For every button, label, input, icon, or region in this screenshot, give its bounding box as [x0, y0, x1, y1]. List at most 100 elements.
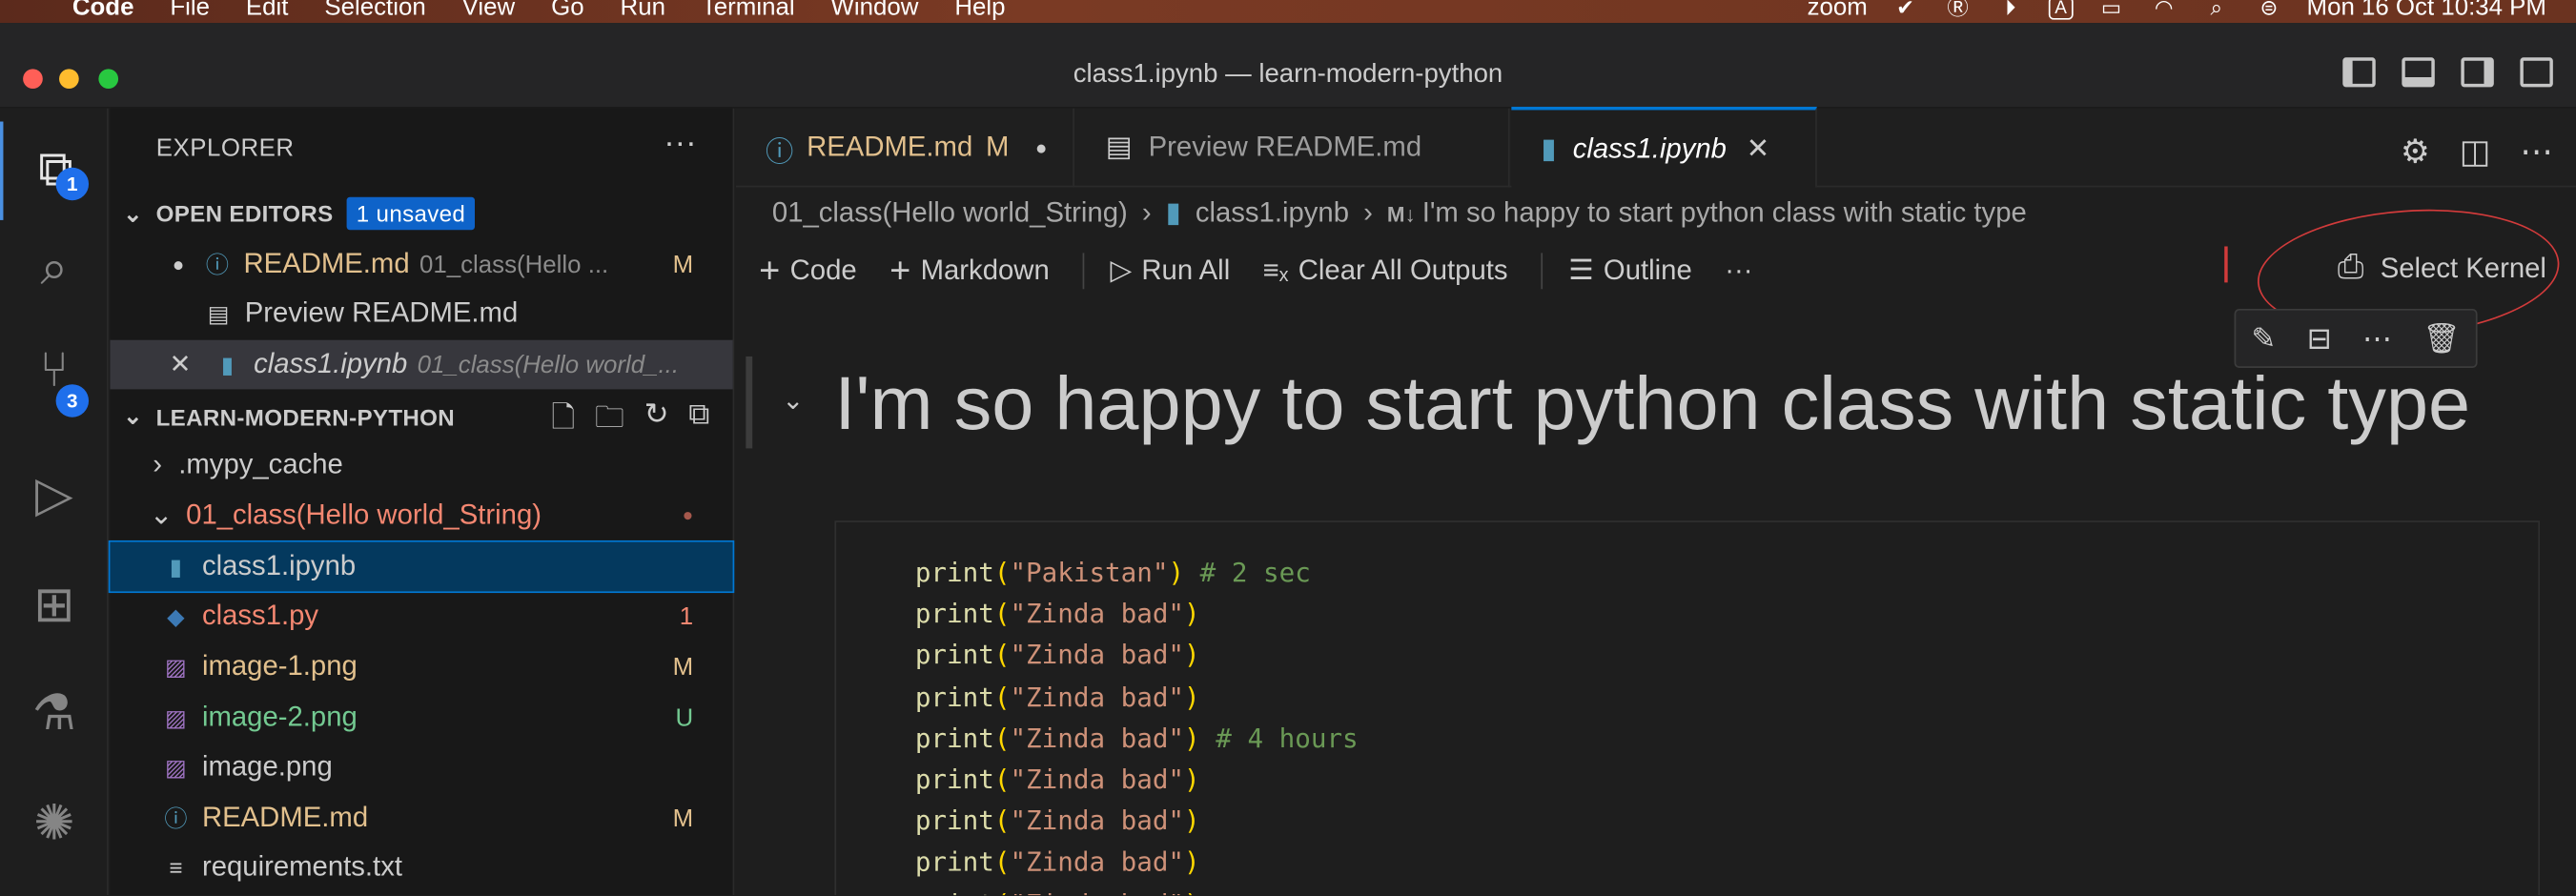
tree-item-01-class-folder[interactable]: ⌄ 01_class(Hello world_String) ● [110, 491, 732, 540]
menu-app-name[interactable]: Code [72, 0, 134, 21]
tree-item-requirements[interactable]: ≡ requirements.txt [110, 843, 732, 892]
play-status-icon[interactable]: ⏵ [1995, 0, 2025, 19]
toggle-panel-icon[interactable] [2402, 57, 2435, 88]
editor-tabs: ⓘ README.md M ● ▤ Preview README.md ▮ cl… [735, 107, 2576, 188]
editor-actions: ⚙ ◫ ⋯ [2401, 132, 2553, 173]
close-editor-icon[interactable]: ✕ [169, 348, 191, 380]
search-icon[interactable]: ⌕ [0, 220, 109, 318]
breadcrumb-folder[interactable]: 01_class(Hello world_String) [772, 197, 1128, 229]
menu-help[interactable]: Help [954, 0, 1005, 21]
menu-window[interactable]: Window [830, 0, 918, 21]
info-icon: ⓘ [205, 251, 229, 278]
chevron-right-icon: › [1363, 196, 1373, 229]
r-status-icon[interactable]: Ⓡ [1943, 0, 1973, 19]
check-status-icon[interactable]: ✔ [1891, 0, 1920, 19]
input-source-icon[interactable]: A [2048, 0, 2074, 19]
tree-item-image[interactable]: ▨ image.png [110, 743, 732, 792]
red-annotation-mark [2224, 246, 2227, 283]
outline-button[interactable]: ☰ Outline [1568, 255, 1691, 287]
menu-selection[interactable]: Selection [324, 0, 425, 21]
toggle-primary-sidebar-icon[interactable] [2342, 57, 2376, 88]
run-debug-icon[interactable]: ▷ [0, 445, 109, 543]
image-file-icon: ▨ [164, 753, 187, 780]
menu-file[interactable]: File [170, 0, 210, 21]
project-header[interactable]: ⌄ LEARN-MODERN-PYTHON [123, 402, 455, 430]
spotlight-search-icon[interactable]: ⌕ [2201, 0, 2231, 19]
delete-trash-icon[interactable]: 🗑 [2423, 321, 2460, 356]
tree-item-label: class1.py [201, 599, 319, 631]
open-editors-header[interactable]: ⌄ OPEN EDITORS 1 unsaved [123, 196, 476, 231]
tree-item-image-1[interactable]: ▨ image-1.png M [110, 642, 732, 692]
control-center-icon[interactable]: ⊜ [2254, 0, 2283, 19]
open-editor-desc: 01_class(Hello ... [419, 250, 609, 279]
tab-readme[interactable]: ⓘ README.md M ● [736, 108, 1074, 188]
testing-icon[interactable]: ⚗ [0, 663, 109, 762]
tree-item-label: image.png [201, 750, 333, 783]
run-all-button[interactable]: ▷ Run All [1111, 255, 1231, 287]
chevron-down-icon[interactable]: ⌄ [782, 384, 804, 417]
menu-view[interactable]: View [462, 0, 516, 21]
tab-preview-readme[interactable]: ▤ Preview README.md [1076, 108, 1510, 188]
git-status: ● [682, 505, 694, 526]
explorer-more-actions[interactable]: ··· [664, 125, 696, 163]
code-comment: # 2 sec [1184, 557, 1311, 588]
code-cell[interactable]: print("Pakistan") # 2 sec print("Zinda ba… [834, 520, 2541, 896]
split-cell-icon[interactable]: ⊟ [2307, 321, 2332, 356]
add-markdown-cell-button[interactable]: + Markdown [889, 250, 1050, 293]
code-paren: ( [994, 888, 1011, 896]
extensions-icon[interactable]: ⊞ [0, 555, 109, 653]
settings-gear-icon[interactable]: ⚙ [2401, 132, 2430, 173]
chatgpt-extension-icon[interactable]: ✺ [0, 774, 109, 872]
split-editor-icon[interactable]: ◫ [2460, 132, 2491, 173]
tree-item-class1-py[interactable]: ◆ class1.py 1 [110, 591, 732, 641]
markdown-heading[interactable]: I'm so happy to start python class with … [834, 358, 2470, 447]
tree-item-label: class1.ipynb [201, 550, 357, 582]
code-line: print("Zinda bad") [915, 759, 1359, 800]
wifi-icon[interactable]: ◠ [2149, 0, 2178, 19]
tab-class1-ipynb[interactable]: ▮ class1.ipynb ✕ [1511, 107, 1817, 188]
menu-terminal[interactable]: Terminal [702, 0, 795, 21]
tree-item-readme[interactable]: ⓘ README.md M [110, 793, 732, 843]
toggle-secondary-sidebar-icon[interactable] [2461, 57, 2494, 88]
clear-outputs-label: Clear All Outputs [1298, 255, 1508, 286]
breadcrumb-file[interactable]: class1.ipynb [1196, 197, 1349, 229]
plus-icon: + [759, 249, 781, 292]
more-actions-icon[interactable]: ⋯ [2520, 132, 2552, 173]
tree-item-image-2[interactable]: ▨ image-2.png U [110, 693, 732, 743]
cell-more-icon[interactable]: ⋯ [2362, 321, 2392, 356]
open-editor-desc: 01_class(Hello world_... [417, 350, 680, 379]
open-editor-readme[interactable]: ● ⓘ README.md 01_class(Hello ... M [110, 240, 732, 290]
code-paren: ( [993, 722, 1011, 754]
source-control-icon[interactable]: ⑂ [0, 322, 109, 420]
tree-item-label: 01_class(Hello world_String) [186, 499, 542, 531]
add-code-cell-button[interactable]: + Code [759, 250, 857, 293]
zoom-status-item[interactable]: zoom [1808, 0, 1868, 21]
tree-item-label: .mypy_cache [178, 448, 343, 480]
sidebar-sash[interactable] [746, 356, 753, 449]
tree-item-class1-ipynb[interactable]: ▮ class1.ipynb [108, 540, 735, 594]
breadcrumb-heading[interactable]: I'm so happy to start python class with … [1422, 197, 2027, 229]
project-label: LEARN-MODERN-PYTHON [155, 403, 456, 430]
edit-pencil-icon[interactable]: ✎ [2251, 321, 2276, 356]
text-file-icon: ≡ [169, 854, 183, 881]
code-paren: ) [1168, 557, 1185, 588]
customize-layout-icon[interactable] [2520, 57, 2553, 88]
toolbar-more-button[interactable]: ··· [1725, 255, 1752, 287]
code-paren: ( [993, 804, 1011, 837]
dirty-dot-icon[interactable]: ● [1035, 136, 1047, 159]
menu-edit[interactable]: Edit [246, 0, 289, 21]
menubar-datetime[interactable]: Mon 16 Oct 10:34 PM [2307, 0, 2546, 21]
clear-all-outputs-button[interactable]: ≡ₓ Clear All Outputs [1263, 255, 1508, 287]
open-editor-class1-ipynb[interactable]: ✕ ▮ class1.ipynb 01_class(Hello world_..… [110, 339, 733, 390]
tree-item-mypy-cache[interactable]: › .mypy_cache [110, 440, 732, 490]
open-editor-preview[interactable]: ▤ Preview README.md [110, 289, 732, 338]
battery-icon[interactable]: ▭ [2096, 0, 2126, 19]
code-paren: ( [993, 764, 1011, 796]
toolbar-divider [1541, 253, 1543, 290]
code-editor[interactable]: print("Pakistan") # 2 sec print("Zinda ba… [915, 552, 1359, 895]
close-tab-icon[interactable]: ✕ [1747, 132, 1770, 165]
menu-run[interactable]: Run [621, 0, 665, 21]
menu-go[interactable]: Go [551, 0, 583, 21]
explorer-icon[interactable]: ⧉ [0, 121, 109, 220]
dirty-dot-icon[interactable]: ● [173, 253, 184, 275]
